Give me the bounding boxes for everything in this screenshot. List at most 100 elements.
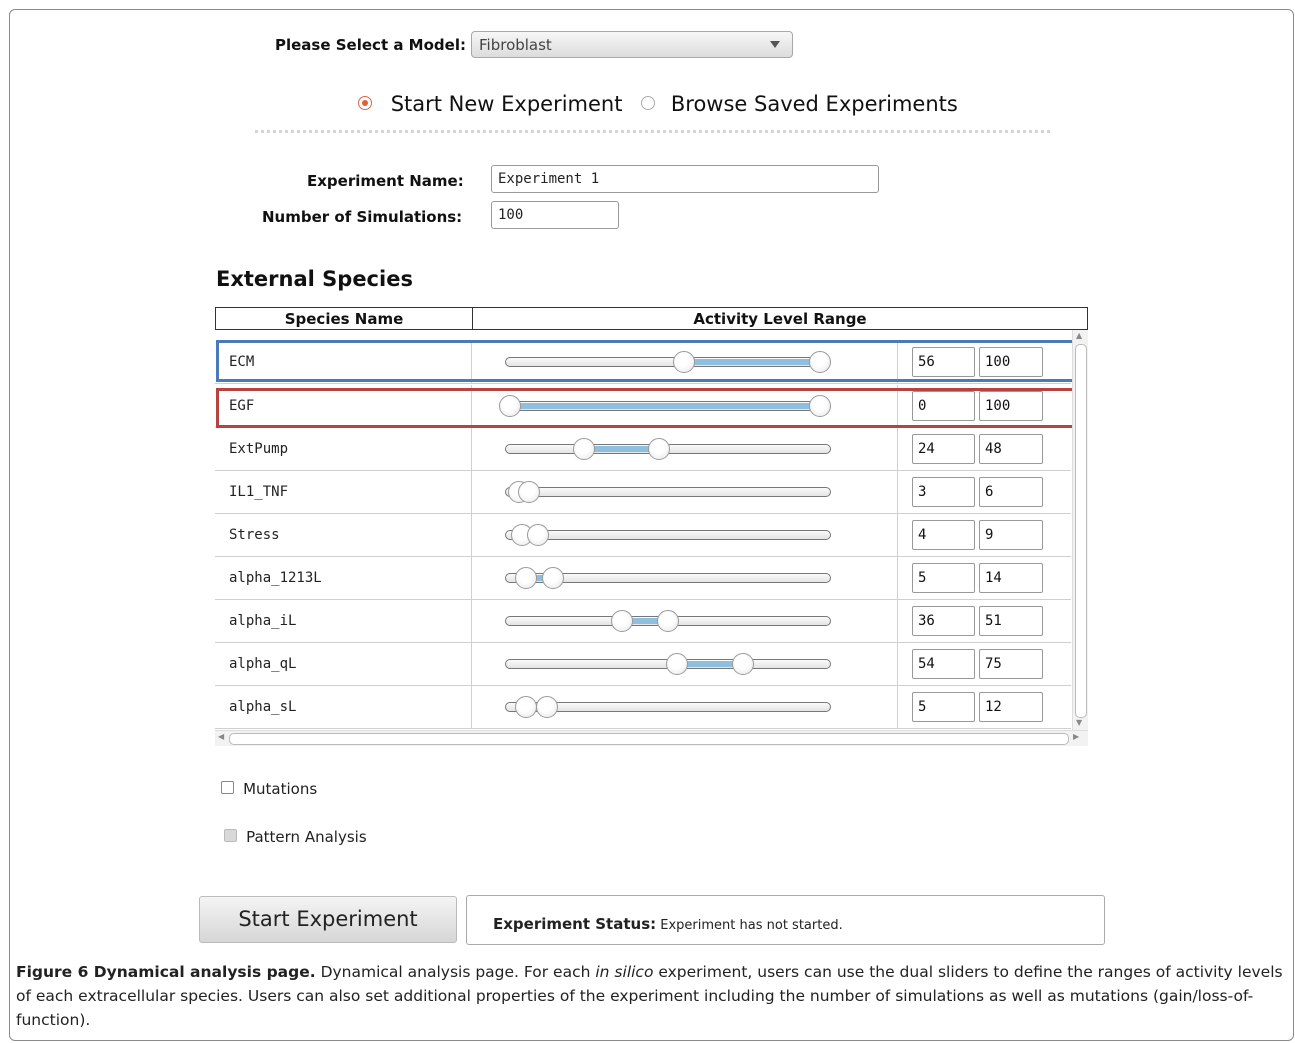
range-slider-min-handle[interactable] bbox=[514, 696, 537, 718]
figure-caption: Figure 6 Dynamical analysis page. Dynami… bbox=[16, 960, 1284, 1032]
range-slider-max-handle[interactable] bbox=[657, 610, 680, 632]
range-slider-track[interactable] bbox=[505, 610, 831, 632]
column-divider bbox=[471, 686, 472, 728]
table-row: alpha_iL 36 51 bbox=[215, 600, 1071, 643]
column-divider bbox=[897, 600, 898, 642]
column-divider bbox=[897, 471, 898, 513]
range-slider-track[interactable] bbox=[505, 481, 831, 503]
caption-figure-title: Figure 6 Dynamical analysis page. bbox=[16, 963, 316, 981]
column-divider bbox=[471, 600, 472, 642]
model-select-value: Fibroblast bbox=[479, 36, 552, 54]
start-experiment-button[interactable]: Start Experiment bbox=[199, 896, 457, 943]
range-slider-min-handle[interactable] bbox=[573, 438, 596, 460]
experiment-status-box: Experiment Status: Experiment has not st… bbox=[466, 895, 1105, 945]
range-slider-max-handle[interactable] bbox=[731, 653, 754, 675]
range-slider-max-handle[interactable] bbox=[517, 481, 540, 503]
range-slider-max-handle[interactable] bbox=[526, 524, 549, 546]
table-row: alpha_1213L 5 14 bbox=[215, 557, 1071, 600]
range-slider-min-handle[interactable] bbox=[610, 610, 633, 632]
range-max-input[interactable]: 51 bbox=[979, 606, 1043, 636]
column-divider bbox=[897, 514, 898, 556]
pattern-analysis-option[interactable]: Pattern Analysis bbox=[224, 827, 367, 846]
highlight-ecm-row bbox=[216, 340, 1077, 382]
mutations-option[interactable]: Mutations bbox=[221, 779, 317, 798]
range-min-input[interactable]: 4 bbox=[912, 520, 975, 550]
range-slider-track[interactable] bbox=[505, 438, 831, 460]
scroll-right-icon[interactable]: ▶ bbox=[1073, 732, 1079, 741]
range-slider-track[interactable] bbox=[505, 567, 831, 589]
range-max-input[interactable]: 12 bbox=[979, 692, 1043, 722]
external-species-title: External Species bbox=[216, 267, 413, 291]
column-divider bbox=[897, 643, 898, 685]
range-min-input[interactable]: 5 bbox=[912, 563, 975, 593]
column-divider bbox=[897, 428, 898, 470]
range-min-input[interactable]: 5 bbox=[912, 692, 975, 722]
col-activity-range: Activity Level Range bbox=[693, 310, 867, 328]
species-name: ExtPump bbox=[229, 441, 289, 457]
range-max-input[interactable]: 9 bbox=[979, 520, 1043, 550]
range-slider-max-handle[interactable] bbox=[536, 696, 559, 718]
col-species-name: Species Name bbox=[216, 308, 473, 329]
scroll-down-icon[interactable]: ▼ bbox=[1076, 718, 1082, 727]
species-table-header: Species Name Activity Level Range bbox=[215, 307, 1088, 330]
range-min-input[interactable]: 54 bbox=[912, 649, 975, 679]
vertical-scrollbar[interactable]: ▲ ▼ bbox=[1072, 330, 1088, 730]
column-divider bbox=[471, 643, 472, 685]
range-slider-track[interactable] bbox=[505, 653, 831, 675]
model-select-label: Please Select a Model: bbox=[275, 36, 466, 54]
table-row: alpha_qL 54 75 bbox=[215, 643, 1071, 686]
species-name: IL1_TNF bbox=[229, 484, 289, 500]
range-max-input[interactable]: 6 bbox=[979, 477, 1043, 507]
table-row: IL1_TNF 3 6 bbox=[215, 471, 1071, 514]
scroll-up-icon[interactable]: ▲ bbox=[1076, 331, 1082, 340]
range-slider-min-handle[interactable] bbox=[666, 653, 689, 675]
range-slider-track[interactable] bbox=[505, 696, 831, 718]
range-slider-max-handle[interactable] bbox=[647, 438, 670, 460]
experiment-name-input[interactable]: Experiment 1 bbox=[491, 165, 879, 193]
species-name: alpha_1213L bbox=[229, 570, 322, 586]
range-max-input[interactable]: 48 bbox=[979, 434, 1043, 464]
model-select[interactable]: Fibroblast bbox=[471, 31, 793, 58]
start-new-label[interactable]: Start New Experiment bbox=[391, 92, 623, 116]
species-name: alpha_iL bbox=[229, 613, 297, 629]
range-slider-min-handle[interactable] bbox=[514, 567, 537, 589]
table-row: alpha_sL 5 12 bbox=[215, 686, 1071, 729]
species-name: Stress bbox=[229, 527, 280, 543]
status-label: Experiment Status: bbox=[493, 915, 657, 933]
column-divider bbox=[897, 686, 898, 728]
highlight-egf-row bbox=[216, 388, 1077, 428]
browse-saved-label[interactable]: Browse Saved Experiments bbox=[671, 92, 958, 116]
column-divider bbox=[471, 471, 472, 513]
range-slider-max-handle[interactable] bbox=[542, 567, 565, 589]
vertical-scroll-thumb[interactable] bbox=[1075, 344, 1087, 718]
caption-italic: in silico bbox=[595, 963, 654, 981]
pattern-analysis-checkbox[interactable] bbox=[224, 829, 237, 842]
horizontal-scrollbar[interactable]: ◀ ▶ bbox=[215, 730, 1088, 746]
chevron-down-icon bbox=[770, 41, 780, 48]
horizontal-scroll-thumb[interactable] bbox=[229, 733, 1069, 745]
num-simulations-input[interactable]: 100 bbox=[491, 201, 619, 229]
range-min-input[interactable]: 24 bbox=[912, 434, 975, 464]
table-row: ExtPump 24 48 bbox=[215, 428, 1071, 471]
mode-radio-group: Start New Experiment Browse Saved Experi… bbox=[358, 92, 958, 116]
start-new-radio[interactable] bbox=[358, 96, 372, 110]
browse-saved-radio[interactable] bbox=[641, 96, 656, 110]
mutations-label[interactable]: Mutations bbox=[243, 780, 317, 798]
range-max-input[interactable]: 75 bbox=[979, 649, 1043, 679]
num-simulations-label: Number of Simulations: bbox=[262, 208, 463, 226]
pattern-analysis-label[interactable]: Pattern Analysis bbox=[246, 828, 367, 846]
range-max-input[interactable]: 14 bbox=[979, 563, 1043, 593]
species-name: alpha_qL bbox=[229, 656, 297, 672]
mutations-checkbox[interactable] bbox=[221, 781, 234, 794]
status-value: Experiment has not started. bbox=[660, 918, 843, 933]
scroll-left-icon[interactable]: ◀ bbox=[218, 732, 224, 741]
column-divider bbox=[471, 514, 472, 556]
range-min-input[interactable]: 36 bbox=[912, 606, 975, 636]
column-divider bbox=[471, 557, 472, 599]
caption-text-a: Dynamical analysis page. For each bbox=[315, 963, 596, 981]
table-row: Stress 4 9 bbox=[215, 514, 1071, 557]
section-divider bbox=[255, 130, 1050, 133]
range-slider-track[interactable] bbox=[505, 524, 831, 546]
range-min-input[interactable]: 3 bbox=[912, 477, 975, 507]
column-divider bbox=[897, 557, 898, 599]
